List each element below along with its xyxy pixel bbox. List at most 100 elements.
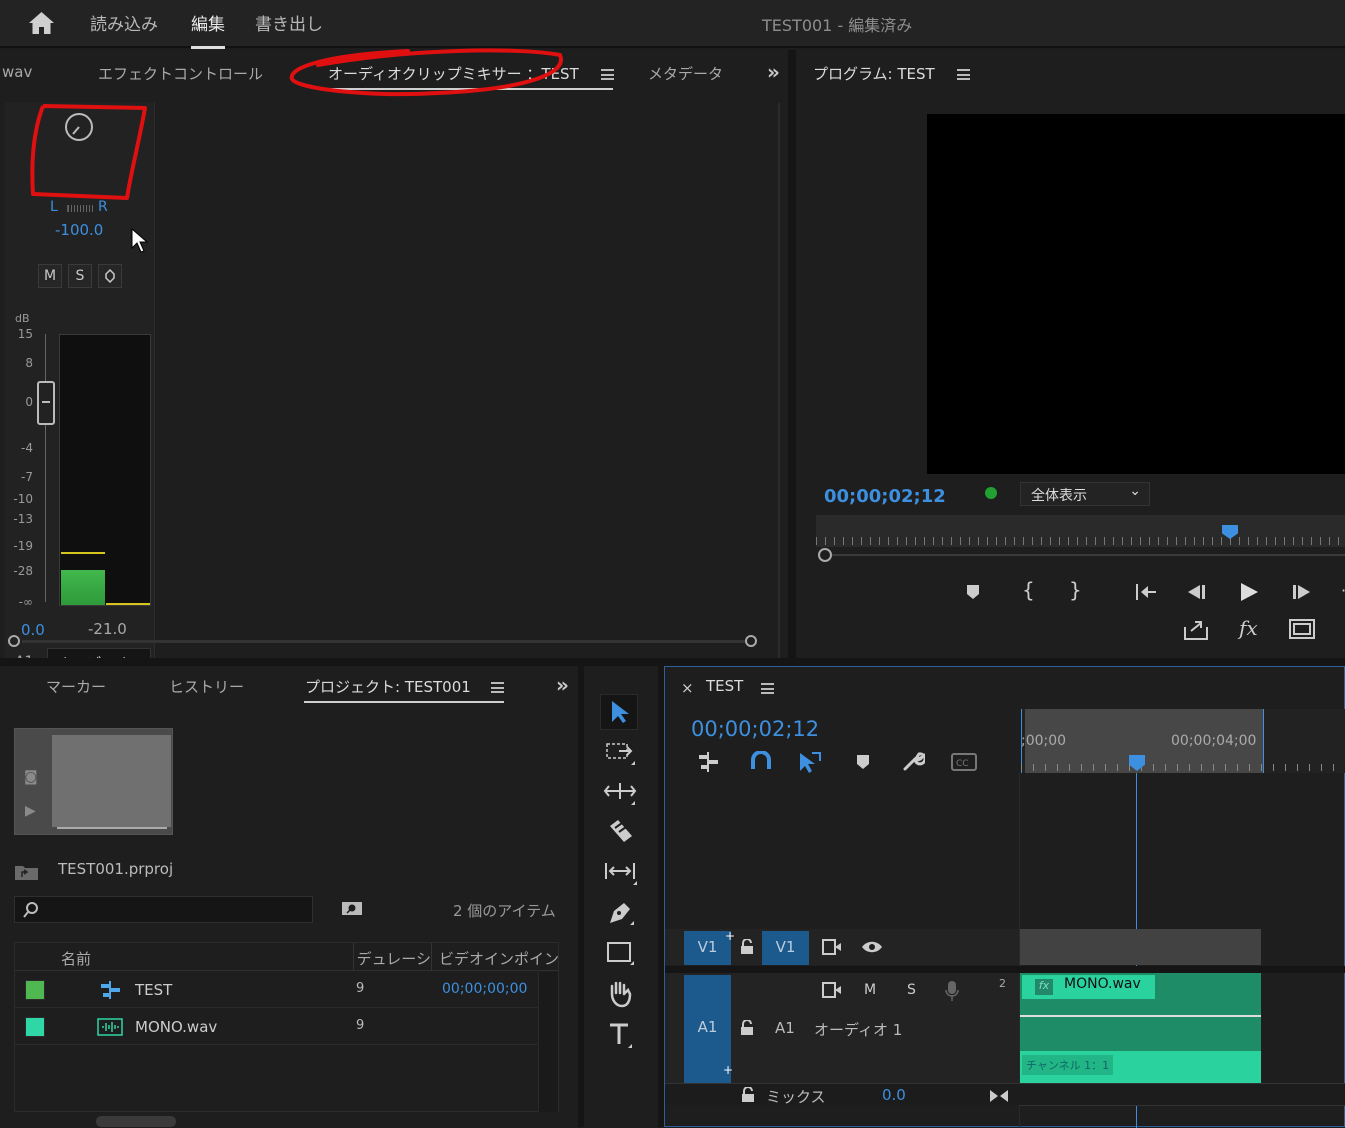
play-icon[interactable]: [1238, 581, 1260, 603]
lock-icon[interactable]: [740, 939, 754, 955]
lock-icon[interactable]: [740, 1020, 754, 1036]
fx-toggle-icon[interactable]: fx: [1239, 616, 1258, 640]
horizontal-scrollbar[interactable]: [5, 632, 762, 652]
table-scrollbar[interactable]: [538, 972, 558, 1112]
pan-value[interactable]: -100.0: [55, 221, 103, 239]
table-horizontal-scroll-thumb[interactable]: [96, 1116, 176, 1127]
tab-project[interactable]: プロジェクト: TEST001: [305, 676, 471, 697]
v1-target-track[interactable]: V1: [762, 931, 809, 965]
home-icon[interactable]: [28, 11, 55, 35]
zoom-scroll-handle[interactable]: [818, 548, 832, 562]
table-row[interactable]: MONO.wav 9: [15, 1009, 539, 1045]
project-search-input[interactable]: [14, 896, 313, 923]
eye-icon[interactable]: [861, 940, 883, 954]
project-panel: マーカー ヒストリー プロジェクト: TEST001 » ◙ ▶ TEST001…: [0, 666, 578, 1127]
clip-fx-badge[interactable]: fx: [1035, 979, 1053, 995]
zoom-select[interactable]: 全体表示 ⌄: [1020, 482, 1150, 506]
column-name[interactable]: 名前: [61, 948, 91, 969]
slip-tool-icon[interactable]: [603, 859, 639, 887]
tab-markers[interactable]: マーカー: [46, 676, 106, 697]
linked-selection-icon[interactable]: [798, 751, 822, 773]
project-more-panels-icon[interactable]: »: [556, 673, 569, 697]
mark-out-icon[interactable]: }: [1069, 578, 1082, 602]
timeline-menu-icon[interactable]: [761, 683, 774, 694]
tab-source-wav[interactable]: wav: [2, 63, 32, 81]
folder-up-icon[interactable]: [14, 862, 40, 882]
type-tool-icon[interactable]: [608, 1022, 636, 1050]
volume-fader-handle[interactable]: [37, 381, 55, 425]
program-timecode[interactable]: 00;00;02;12: [824, 486, 946, 507]
v1-track-content[interactable]: [1020, 929, 1261, 965]
a1-target-track[interactable]: A1: [775, 1019, 795, 1037]
volume-rubber-band[interactable]: [1020, 1015, 1261, 1017]
channel-count: 2: [999, 977, 1006, 990]
program-time-ruler[interactable]: [816, 515, 1345, 547]
program-monitor-title[interactable]: プログラム: TEST: [813, 63, 935, 84]
tab-history[interactable]: ヒストリー: [169, 676, 244, 697]
track-mute-button[interactable]: M: [864, 982, 876, 998]
close-sequence-icon[interactable]: ×: [681, 679, 694, 697]
workspace-import-tab[interactable]: 読み込み: [90, 10, 158, 35]
horizontal-divider[interactable]: [0, 658, 1345, 666]
step-back-icon[interactable]: [1186, 583, 1208, 601]
item-duration: 9: [356, 1018, 365, 1033]
mix-value[interactable]: 0.0: [882, 1086, 906, 1104]
hand-tool-icon[interactable]: [606, 980, 636, 1008]
workspace-export-tab[interactable]: 書き出し: [255, 10, 323, 35]
v1-source-patch[interactable]: V1: [684, 931, 731, 965]
keyframe-write-button[interactable]: [98, 264, 122, 288]
export-frame-icon[interactable]: [1183, 617, 1209, 641]
label-color-swatch[interactable]: [25, 1017, 45, 1037]
step-forward-icon[interactable]: [1291, 583, 1313, 601]
label-color-swatch[interactable]: [25, 980, 45, 1000]
tab-metadata[interactable]: メタデータ: [648, 63, 723, 84]
captions-icon[interactable]: CC: [951, 753, 977, 771]
audio-clip-mono-wav[interactable]: fx MONO.wav チャンネル 1：1: [1020, 973, 1261, 1083]
project-thumbnail[interactable]: ◙ ▶: [14, 728, 173, 835]
mix-channel-icon[interactable]: [989, 1089, 1009, 1103]
sync-lock-icon[interactable]: [822, 982, 842, 998]
vertical-scrollbar[interactable]: [762, 103, 782, 678]
find-icon[interactable]: [341, 899, 363, 917]
nest-sequence-icon[interactable]: [697, 751, 721, 773]
panel-divider[interactable]: [788, 50, 796, 660]
tab-effect-controls[interactable]: エフェクトコントロール: [98, 63, 263, 84]
ruler-label-start: ;00;00: [1021, 733, 1067, 749]
column-duration[interactable]: デュレーシ: [354, 948, 431, 969]
peak-hold-right: [106, 603, 150, 605]
audio-clip-mixer-panel: wav エフェクトコントロール オーディオクリップミキサー ：TEST メタデー…: [0, 48, 788, 682]
sequence-tab[interactable]: TEST: [706, 677, 743, 695]
more-panels-icon[interactable]: »: [767, 60, 780, 84]
panel-menu-icon[interactable]: [601, 69, 614, 80]
selection-tool-button[interactable]: [600, 694, 638, 730]
table-row[interactable]: TEST 9 00;00;00;00: [15, 972, 539, 1008]
razor-tool-icon[interactable]: [606, 818, 636, 846]
track-solo-button[interactable]: S: [907, 982, 916, 998]
mute-button[interactable]: M: [38, 264, 62, 288]
add-marker-icon[interactable]: [965, 583, 981, 601]
workspace-edit-tab[interactable]: 編集: [191, 10, 225, 49]
voice-over-record-icon[interactable]: [945, 980, 959, 1002]
pen-tool-icon[interactable]: [606, 899, 636, 927]
sync-lock-icon[interactable]: [822, 939, 842, 955]
mark-in-icon[interactable]: {: [1022, 578, 1035, 602]
timeline-ruler[interactable]: ;00;00 00;00;04;00: [1021, 709, 1345, 773]
program-monitor-menu-icon[interactable]: [957, 69, 970, 80]
add-marker-timeline-icon[interactable]: [855, 753, 871, 771]
mix-label: ミックス: [766, 1088, 826, 1106]
timeline-settings-wrench-icon[interactable]: [901, 751, 925, 773]
track-select-tool-icon[interactable]: [605, 741, 639, 767]
play-thumbnail-icon[interactable]: ▶: [25, 803, 36, 819]
ripple-edit-tool-icon[interactable]: [603, 779, 639, 807]
safe-margins-icon[interactable]: [1288, 618, 1316, 640]
lock-icon[interactable]: [741, 1087, 755, 1103]
column-video-in[interactable]: ビデオインポイン: [439, 948, 558, 969]
solo-button[interactable]: S: [68, 264, 92, 288]
more-controls-icon[interactable]: ·: [1341, 581, 1345, 600]
rectangle-tool-icon[interactable]: [606, 941, 636, 967]
project-menu-icon[interactable]: [491, 682, 504, 693]
item-video-in[interactable]: 00;00;00;00: [442, 981, 527, 997]
go-to-in-icon[interactable]: [1134, 582, 1158, 602]
snap-icon[interactable]: [750, 751, 772, 773]
timeline-timecode[interactable]: 00;00;02;12: [691, 717, 819, 741]
